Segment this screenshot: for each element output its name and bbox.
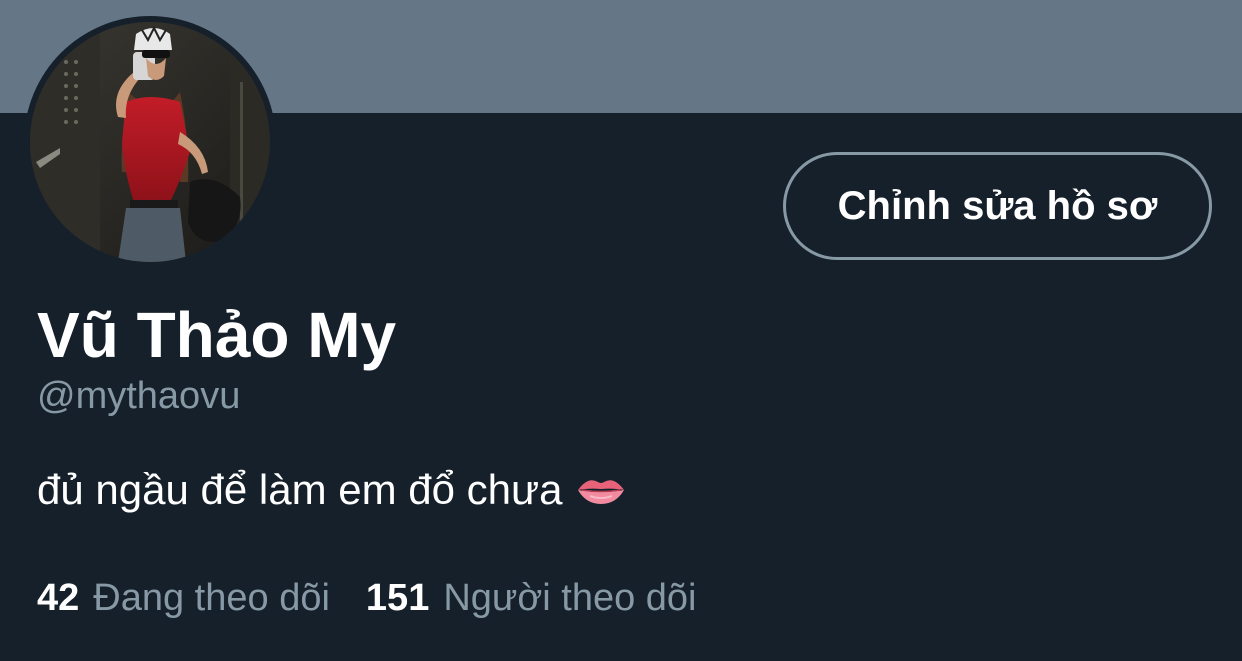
following-link[interactable]: 42 Đang theo dõi bbox=[37, 574, 330, 622]
bio: đủ ngầu để làm em đổ chưa bbox=[37, 464, 626, 516]
display-name: Vũ Thảo My bbox=[37, 299, 397, 371]
edit-profile-button[interactable]: Chỉnh sửa hồ sơ bbox=[783, 152, 1212, 260]
avatar[interactable] bbox=[24, 16, 276, 268]
follow-stats: 42 Đang theo dõi 151 Người theo dõi bbox=[37, 574, 697, 622]
avatar-photo bbox=[30, 22, 270, 262]
following-label: Đang theo dõi bbox=[93, 577, 330, 619]
followers-label: Người theo dõi bbox=[443, 577, 697, 619]
bio-text: đủ ngầu để làm em đổ chưa bbox=[37, 466, 563, 513]
username-handle: @mythaovu bbox=[37, 375, 241, 417]
followers-count: 151 bbox=[365, 577, 430, 619]
followers-link[interactable]: 151 Người theo dõi bbox=[366, 574, 697, 622]
lips-emoji-icon bbox=[578, 480, 625, 504]
following-count: 42 bbox=[37, 577, 80, 619]
